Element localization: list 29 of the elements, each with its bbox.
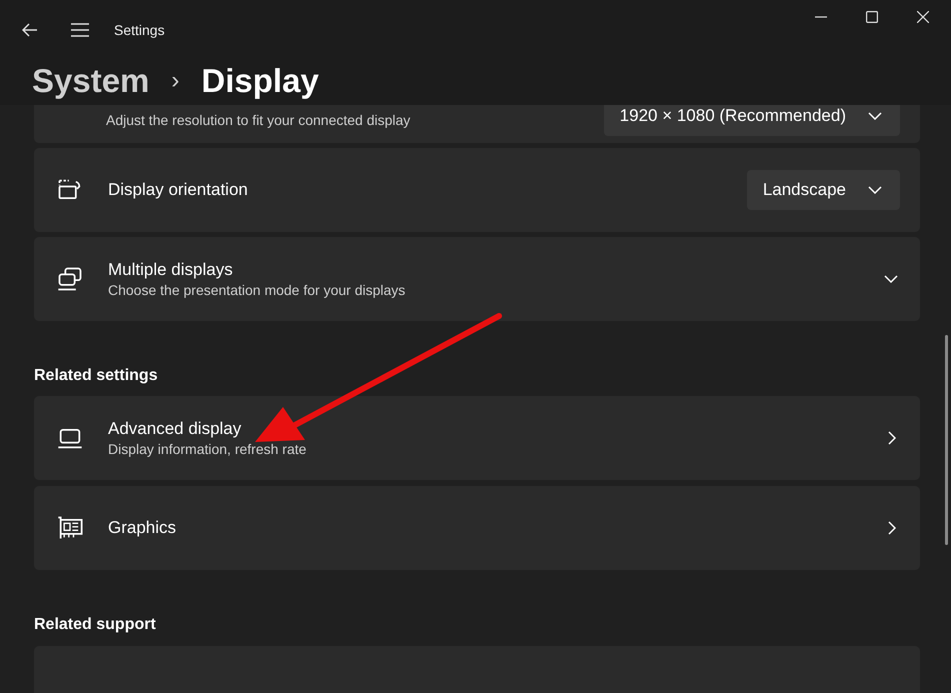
section-heading: Related settings [34,366,159,386]
monitors-icon [56,265,84,293]
window-title: Settings [114,20,165,40]
scrollbar-thumb[interactable] [945,335,948,545]
breadcrumb-link[interactable]: System [32,64,150,97]
page-title: Display [201,64,319,97]
setting-title: Multiple displays [108,259,234,281]
settings-card[interactable]: Advanced display Display information, refresh rate [34,396,920,480]
setting-description: Adjust the resolution to fit your connected display [106,111,410,129]
setting-title: Advanced display [108,418,242,440]
chevron-right-icon[interactable] [888,521,896,535]
settings-card[interactable]: Graphics [34,486,920,570]
dropdown[interactable]: Landscape [746,170,900,210]
setting-description: Display information, refresh rate [108,440,306,458]
setting-title: Display orientation [108,179,248,201]
chevron-down-icon[interactable] [884,275,898,283]
dropdown[interactable]: 1920 × 1080 (Recommended) [604,105,900,136]
breadcrumb-separator: › [171,68,180,92]
settings-card[interactable]: Multiple displays Choose the presentation mode for your displays [34,237,920,321]
chevron-right-icon[interactable] [888,431,896,445]
menu-icon[interactable] [71,23,89,37]
maximize-icon[interactable] [866,11,878,23]
close-icon[interactable] [917,11,929,23]
chevron-down-icon[interactable] [868,186,882,194]
setting-description: Choose the presentation mode for your displays [108,281,406,299]
section-heading: Related support [34,615,157,635]
back-icon[interactable] [22,23,38,37]
setting-title: Graphics [108,517,176,539]
chevron-down-icon[interactable] [868,112,882,120]
